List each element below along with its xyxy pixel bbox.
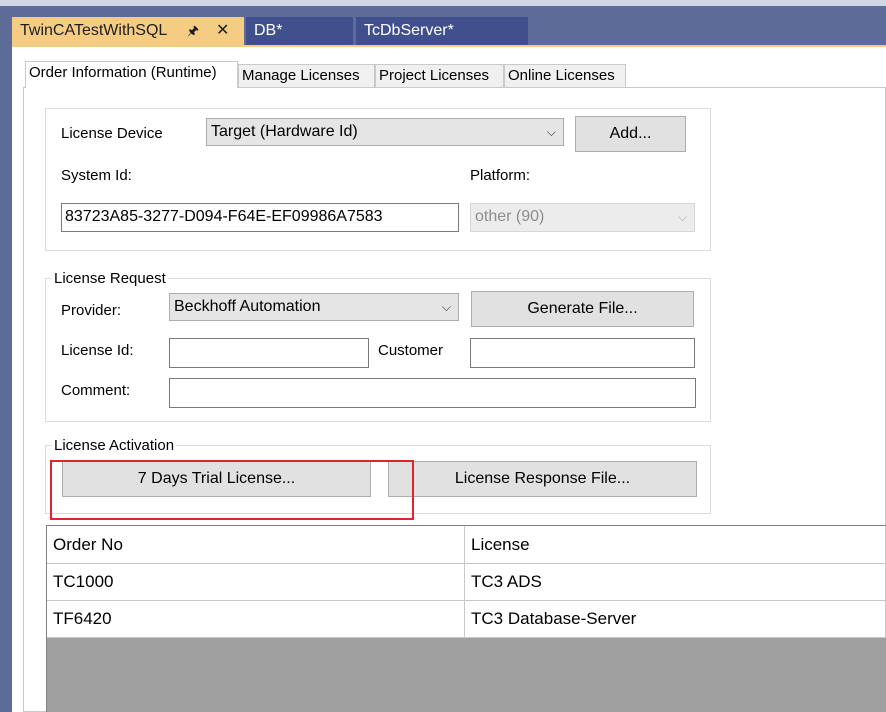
close-icon[interactable]: ✕	[216, 17, 229, 45]
doc-tab-tcdbserver[interactable]: TcDbServer*	[356, 17, 528, 45]
table-cell-order-no[interactable]: TF6420	[47, 601, 465, 638]
generate-file-button[interactable]: Generate File...	[471, 291, 694, 327]
provider-value: Beckhoff Automation	[174, 298, 321, 315]
table-cell-order-no[interactable]: TC1000	[47, 564, 465, 601]
doc-tab-label: TcDbServer*	[364, 22, 454, 39]
title-strip	[0, 0, 886, 6]
tab-project-licenses[interactable]: Project Licenses	[375, 64, 504, 88]
system-id-field[interactable]: 83723A85-3277-D094-F64E-EF09986A7583	[61, 203, 459, 232]
tab-label: Order Information (Runtime)	[29, 64, 217, 81]
tab-manage-licenses[interactable]: Manage Licenses	[238, 64, 375, 88]
doc-tab-label: DB*	[254, 22, 283, 39]
add-button[interactable]: Add...	[575, 116, 686, 152]
tab-online-licenses[interactable]: Online Licenses	[504, 64, 626, 88]
tab-order-information[interactable]: Order Information (Runtime)	[25, 61, 238, 88]
platform-value: other (90)	[475, 208, 545, 225]
license-id-field[interactable]	[169, 338, 369, 368]
chevron-down-icon: ⌵	[546, 125, 556, 139]
platform-label: Platform:	[470, 167, 531, 184]
license-id-label: License Id:	[61, 342, 134, 359]
doc-tab-label: TwinCATestWithSQL	[20, 22, 168, 39]
provider-select[interactable]: Beckhoff Automation ⌵	[169, 293, 459, 321]
customer-field[interactable]	[470, 338, 695, 368]
order-license-table: Order No License TC1000 TC3 ADS TF6420 T…	[46, 525, 886, 712]
pin-icon[interactable]: 🖈	[187, 17, 199, 45]
license-response-file-button[interactable]: License Response File...	[388, 461, 697, 497]
provider-label: Provider:	[61, 302, 122, 319]
doc-tab-twincatestwithsql[interactable]: TwinCATestWithSQL 🖈 ✕	[12, 17, 244, 45]
system-id-label: System Id:	[61, 167, 132, 184]
table-cell-license[interactable]: TC3 ADS	[465, 564, 886, 601]
comment-field[interactable]	[169, 378, 696, 408]
platform-select[interactable]: other (90) ⌵	[470, 203, 695, 232]
license-device-label: License Device	[61, 125, 163, 142]
license-device-select[interactable]: Target (Hardware Id) ⌵	[206, 118, 564, 146]
tab-label: Online Licenses	[508, 67, 615, 84]
comment-label: Comment:	[61, 382, 131, 399]
chevron-down-icon: ⌵	[441, 300, 451, 314]
doc-tab-db[interactable]: DB*	[246, 17, 353, 45]
customer-label: Customer	[378, 342, 444, 359]
highlight-box	[50, 460, 414, 520]
chevron-down-icon: ⌵	[677, 210, 687, 224]
column-header-license[interactable]: License	[465, 526, 886, 564]
license-device-value: Target (Hardware Id)	[211, 123, 358, 140]
license-activation-title: License Activation	[52, 437, 177, 455]
table-cell-license[interactable]: TC3 Database-Server	[465, 601, 886, 638]
tab-label: Manage Licenses	[242, 67, 360, 84]
left-frame	[0, 6, 12, 712]
column-header-order-no[interactable]: Order No	[47, 526, 465, 564]
tab-label: Project Licenses	[379, 67, 490, 84]
license-request-title: License Request	[52, 270, 168, 288]
